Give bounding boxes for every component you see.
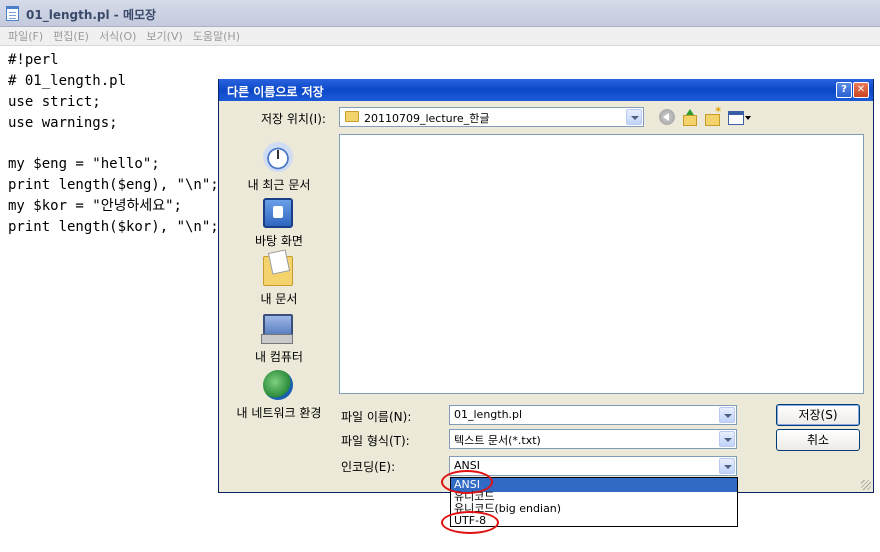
dialog-title: 다른 이름으로 저장 (227, 85, 324, 99)
close-button[interactable]: ✕ (853, 82, 869, 98)
annotation-circle-ansi (441, 470, 493, 494)
filename-value: 01_length.pl (454, 408, 523, 421)
network-icon (263, 370, 293, 400)
code-line: print length($kor), "\n"; (8, 219, 219, 235)
filetype-value: 텍스트 문서(*.txt) (454, 434, 541, 447)
help-button[interactable]: ? (836, 82, 852, 98)
annotation-circle-utf8 (441, 511, 499, 534)
save-button[interactable]: 저장(S) (776, 404, 860, 426)
places-bar: 내 최근 문서 바탕 화면 내 문서 내 컴퓨터 내 네트워크 환경 (229, 134, 329, 454)
chevron-down-icon[interactable] (719, 407, 735, 423)
menu-edit[interactable]: 편집(E) (53, 28, 89, 44)
code-line: use warnings; (8, 115, 118, 131)
code-line: use strict; (8, 94, 101, 110)
filename-label: 파일 이름(N): (341, 410, 412, 424)
folder-icon (345, 111, 359, 122)
my-computer-icon (261, 314, 293, 344)
filetype-select[interactable]: 텍스트 문서(*.txt) (449, 429, 737, 449)
save-as-dialog: 다른 이름으로 저장 ? ✕ 저장 위치(I): 20110709_lectur… (218, 79, 874, 493)
place-label: 내 네트워크 환경 (236, 406, 322, 420)
notepad-menubar: 파일(F) 편집(E) 서식(O) 보기(V) 도움말(H) (0, 27, 880, 46)
file-list[interactable] (339, 134, 864, 394)
chevron-down-icon[interactable] (719, 458, 735, 474)
code-line: print length($eng), "\n"; (8, 177, 219, 193)
desktop-icon (263, 198, 293, 228)
filetype-label: 파일 형식(T): (341, 434, 410, 448)
code-line: my $eng = "hello"; (8, 156, 160, 172)
save-in-combo[interactable]: 20110709_lecture_한글 (339, 107, 644, 127)
place-label: 내 최근 문서 (247, 178, 311, 192)
back-icon[interactable] (659, 109, 675, 125)
views-menu-icon[interactable] (728, 109, 752, 125)
resize-grip[interactable] (861, 480, 871, 490)
my-documents-icon (263, 256, 293, 286)
notepad-titlebar: 01_length.pl - 메모장 (0, 0, 880, 27)
encoding-label: 인코딩(E): (341, 460, 396, 474)
notepad-title: 01_length.pl - 메모장 (26, 8, 157, 22)
dialog-titlebar[interactable]: 다른 이름으로 저장 ? ✕ (219, 79, 873, 101)
save-in-label: 저장 위치(I): (261, 112, 326, 126)
up-folder-icon[interactable] (682, 109, 698, 126)
chevron-down-icon[interactable] (719, 431, 735, 447)
place-label: 바탕 화면 (255, 234, 303, 248)
menu-format[interactable]: 서식(O) (99, 28, 136, 44)
filename-input[interactable]: 01_length.pl (449, 405, 737, 425)
menu-help[interactable]: 도움말(H) (193, 28, 240, 44)
code-line: my $kor = "안녕하세요"; (8, 198, 182, 214)
code-line: # 01_length.pl (8, 73, 127, 89)
chevron-down-icon[interactable] (626, 109, 642, 125)
place-label: 내 컴퓨터 (255, 350, 303, 364)
cancel-button[interactable]: 취소 (776, 429, 860, 451)
notepad-icon (6, 6, 19, 21)
new-folder-icon[interactable] (705, 105, 722, 126)
place-label: 내 문서 (260, 292, 298, 306)
menu-file[interactable]: 파일(F) (8, 28, 43, 44)
encoding-select[interactable]: ANSI (449, 456, 737, 476)
recent-documents-icon (263, 142, 293, 172)
menu-view[interactable]: 보기(V) (146, 28, 182, 44)
code-line: #!perl (8, 52, 59, 68)
save-in-value: 20110709_lecture_한글 (364, 112, 490, 125)
